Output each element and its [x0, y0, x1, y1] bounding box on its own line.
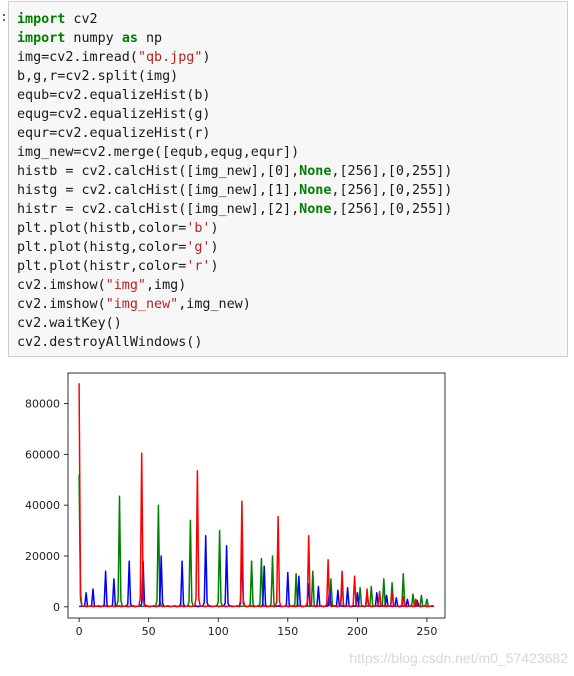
code-token: equr=cv2.equalizeHist(r)	[17, 126, 211, 141]
code-token: 'b'	[186, 221, 211, 236]
code-line: cv2.destroyAllWindows()	[17, 333, 452, 352]
y-tick-label: 20000	[25, 550, 60, 563]
code-token: import	[17, 31, 66, 46]
plot-frame	[67, 372, 446, 619]
code-line: cv2.imshow("img_new",img_new)	[17, 295, 452, 314]
code-token: np	[137, 31, 163, 46]
code-cell[interactable]: import cv2 import numpy as np img=cv2.imre…	[8, 1, 568, 357]
code-token: None	[299, 183, 332, 198]
code-editor[interactable]: import cv2 import numpy as np img=cv2.imre…	[17, 10, 452, 352]
code-line: cv2.imshow("img",img)	[17, 276, 452, 295]
code-token: ,[256],[0,255])	[331, 183, 453, 198]
code-line: equr=cv2.equalizeHist(r)	[17, 124, 452, 143]
x-tick-label: 100	[208, 625, 229, 638]
x-tick-label: 150	[277, 625, 298, 638]
code-token: img_new=cv2.merge([equb,equg,equr])	[17, 145, 300, 160]
code-token: "img_new"	[105, 297, 179, 312]
code-token: 'g'	[186, 240, 211, 255]
code-token: plt.plot(histr,color=	[17, 259, 187, 274]
code-token: )	[210, 240, 219, 255]
histogram-chart: 0 50 100 150 200 250 0 20000 40000 60000 80000	[25, 372, 446, 638]
code-token: 'r'	[186, 259, 211, 274]
code-token: plt.plot(histb,color=	[17, 221, 187, 236]
code-line: plt.plot(histb,color='b')	[17, 219, 452, 238]
code-line: histg = cv2.calcHist([img_new],[1],None,…	[17, 181, 452, 200]
code-line: histb = cv2.calcHist([img_new],[0],None,…	[17, 162, 452, 181]
output-plot: 0 50 100 150 200 250 0 20000 40000 60000 80000	[0, 360, 574, 672]
code-token: )	[210, 259, 219, 274]
x-tick-label: 0	[76, 625, 83, 638]
code-line: plt.plot(histg,color='g')	[17, 238, 452, 257]
code-token: histb = cv2.calcHist([img_new],[0],	[17, 164, 300, 179]
code-token: b,g,r=cv2.split(img)	[17, 69, 179, 84]
y-tick-label: 40000	[25, 499, 60, 512]
code-token: cv2.imshow(	[17, 278, 106, 293]
x-tick-label: 250	[416, 625, 437, 638]
code-token: "qb.jpg"	[137, 50, 203, 65]
code-line: equg=cv2.equalizeHist(g)	[17, 105, 452, 124]
code-token: equg=cv2.equalizeHist(g)	[17, 107, 211, 122]
x-tick-label: 50	[142, 625, 156, 638]
code-token: None	[299, 164, 332, 179]
code-token: cv2.imshow(	[17, 297, 106, 312]
code-token: cv2.waitKey()	[17, 316, 122, 331]
code-line: import numpy as np	[17, 29, 452, 48]
code-token: ,img)	[146, 278, 187, 293]
code-token: ,[256],[0,255])	[331, 202, 453, 217]
code-line: b,g,r=cv2.split(img)	[17, 67, 452, 86]
code-token: "img"	[105, 278, 146, 293]
watermark: https://blog.csdn.net/m0_57423682	[349, 650, 568, 666]
code-line: equb=cv2.equalizeHist(b)	[17, 86, 452, 105]
y-tick-label: 60000	[25, 448, 60, 461]
code-token: )	[202, 50, 211, 65]
code-line: histr = cv2.calcHist([img_new],[2],None,…	[17, 200, 452, 219]
code-line: img_new=cv2.merge([equb,equg,equr])	[17, 143, 452, 162]
code-token: ,[256],[0,255])	[331, 164, 453, 179]
code-line: img=cv2.imread("qb.jpg")	[17, 48, 452, 67]
x-tick-label: 200	[347, 625, 368, 638]
code-token: cv2.destroyAllWindows()	[17, 335, 203, 350]
code-token: import	[17, 12, 66, 27]
code-token: histr = cv2.calcHist([img_new],[2],	[17, 202, 300, 217]
code-token: None	[299, 202, 332, 217]
code-token: histg = cv2.calcHist([img_new],[1],	[17, 183, 300, 198]
code-token: img=cv2.imread(	[17, 50, 138, 65]
code-line: plt.plot(histr,color='r')	[17, 257, 452, 276]
code-token: plt.plot(histg,color=	[17, 240, 187, 255]
code-token: cv2	[65, 12, 98, 27]
code-line: cv2.waitKey()	[17, 314, 452, 333]
code-token: equb=cv2.equalizeHist(b)	[17, 88, 211, 103]
cell-prompt: :	[0, 10, 8, 25]
code-token: ,img_new)	[178, 297, 251, 312]
code-token: as	[121, 31, 138, 46]
code-line: import cv2	[17, 10, 452, 29]
code-token: numpy	[65, 31, 122, 46]
y-tick-label: 80000	[25, 397, 60, 410]
code-token: )	[210, 221, 219, 236]
y-tick-label: 0	[53, 601, 60, 614]
